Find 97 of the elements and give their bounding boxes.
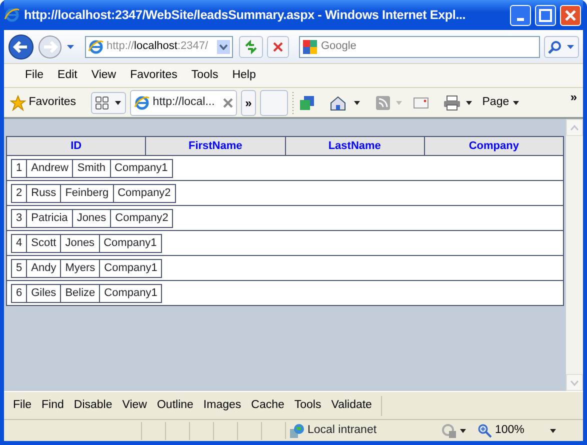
column-header[interactable]: LastName — [284, 137, 424, 155]
record-field: 1 — [11, 158, 28, 178]
window-title: http://localhost:2347/WebSite/leadsSummary.aspx - Windows Internet Expl... — [24, 6, 467, 24]
toolbar-menu-item[interactable]: Validate — [326, 396, 377, 414]
zoom-icon — [478, 424, 492, 438]
record-field: 5 — [11, 258, 28, 278]
column-header[interactable]: FirstName — [145, 137, 284, 155]
column-header[interactable]: ID — [7, 137, 146, 155]
star-icon — [10, 94, 26, 110]
address-field[interactable]: http://localhost:2347/ — [84, 36, 233, 58]
menu-item[interactable]: Tools — [184, 66, 226, 84]
back-button[interactable] — [8, 34, 34, 60]
toolbar-menu-item[interactable]: Tools — [289, 396, 326, 414]
record-field: 6 — [11, 284, 28, 302]
close-icon — [223, 98, 234, 108]
maximize-button[interactable] — [535, 4, 556, 26]
close-icon — [563, 8, 578, 22]
caret-icon — [352, 100, 361, 106]
caret-icon — [114, 100, 122, 106]
google-logo-icon — [302, 38, 318, 54]
toolbar-overflow-button[interactable]: » — [570, 88, 577, 106]
record-field: Andrew — [27, 158, 74, 178]
column-header[interactable]: Company — [424, 137, 563, 155]
grid-icon — [95, 96, 110, 110]
caret-icon — [464, 100, 473, 106]
caret-icon — [549, 428, 558, 434]
maximize-icon — [538, 8, 553, 22]
record-field: Jones — [61, 234, 100, 252]
record-field: Company1 — [100, 258, 162, 278]
toolbar-menu-item[interactable]: File — [8, 396, 37, 414]
stop-icon — [271, 40, 286, 54]
menu-item[interactable]: Edit — [50, 66, 84, 84]
menu-item[interactable]: File — [18, 66, 51, 84]
record-field: Feinberg — [61, 184, 114, 202]
search-icon — [548, 40, 562, 54]
toolbar-menu-item[interactable]: View — [117, 396, 152, 414]
network-globe-icon — [288, 422, 305, 438]
caret-icon — [218, 44, 228, 50]
stop-button[interactable] — [267, 36, 290, 58]
caret-icon — [566, 44, 575, 50]
menu-item[interactable]: Favorites — [123, 66, 184, 84]
security-zone-text: Local intranet — [308, 422, 377, 438]
caret-icon — [66, 44, 75, 50]
minimize-button[interactable] — [510, 4, 531, 26]
close-tab-button[interactable] — [223, 98, 234, 108]
address-dropdown-button[interactable] — [216, 40, 230, 54]
page-menu-button[interactable]: Page — [482, 94, 520, 112]
record-field: Company2 — [114, 184, 176, 202]
chevron-up-icon — [570, 124, 579, 130]
record-field: 4 — [11, 234, 28, 252]
record-field: 2 — [11, 184, 28, 202]
ie-page-icon — [134, 94, 150, 110]
chevron-down-icon — [570, 380, 579, 386]
quick-tabs-button[interactable] — [91, 92, 126, 114]
record-field: Scott — [27, 234, 62, 252]
record-field: Company1 — [100, 284, 162, 302]
record-field: 3 — [11, 208, 28, 228]
record-field: Belize — [61, 284, 100, 302]
record-field: Jones — [72, 208, 112, 228]
zoom-button[interactable]: 100% — [472, 420, 563, 440]
record-field: Company1 — [100, 234, 162, 252]
toolbar-menu-item[interactable]: Outline — [152, 396, 198, 414]
record-field: Andy — [27, 258, 62, 278]
recent-pages-button[interactable] — [66, 44, 75, 50]
mail-icon[interactable] — [412, 96, 429, 108]
toolbar-menu-item[interactable]: Cache — [246, 396, 290, 414]
menu-item[interactable]: View — [84, 66, 124, 84]
ie-logo-icon — [4, 7, 20, 23]
record-field: Patricia — [27, 208, 73, 228]
caret-icon — [512, 100, 520, 106]
address-text: http://localhost:2347/ — [106, 39, 208, 54]
search-button[interactable] — [544, 36, 579, 58]
refresh-button[interactable] — [239, 36, 264, 58]
printer-icon[interactable] — [442, 94, 461, 110]
record-field: Company1 — [110, 158, 173, 178]
feeds-icon[interactable] — [374, 94, 391, 110]
search-box[interactable]: Google — [298, 36, 540, 58]
close-button[interactable] — [560, 4, 581, 26]
record-field: Company2 — [111, 208, 174, 228]
tab-title: http://local... — [152, 94, 215, 110]
browser-tab[interactable]: http://local... — [130, 90, 238, 116]
favorites-button[interactable]: Favorites — [10, 94, 76, 112]
record-field: Russ — [27, 184, 62, 202]
toolbar-menu-item[interactable]: Disable — [68, 396, 118, 414]
ie-page-icon — [88, 38, 104, 54]
refresh-icon — [243, 38, 260, 54]
caret-icon — [459, 428, 468, 434]
minimize-icon — [517, 18, 524, 20]
caret-icon — [394, 100, 403, 106]
menu-item[interactable]: Help — [225, 66, 263, 84]
toolbar-grip-icon — [292, 92, 295, 114]
toolbar-menu-item[interactable]: Find — [36, 396, 69, 414]
toolbar-menu-item[interactable]: Images — [198, 396, 246, 414]
more-tabs-button[interactable]: » — [241, 90, 256, 116]
record-field: Myers — [61, 258, 100, 278]
record-field: Giles — [27, 284, 62, 302]
record-field: Smith — [73, 158, 111, 178]
